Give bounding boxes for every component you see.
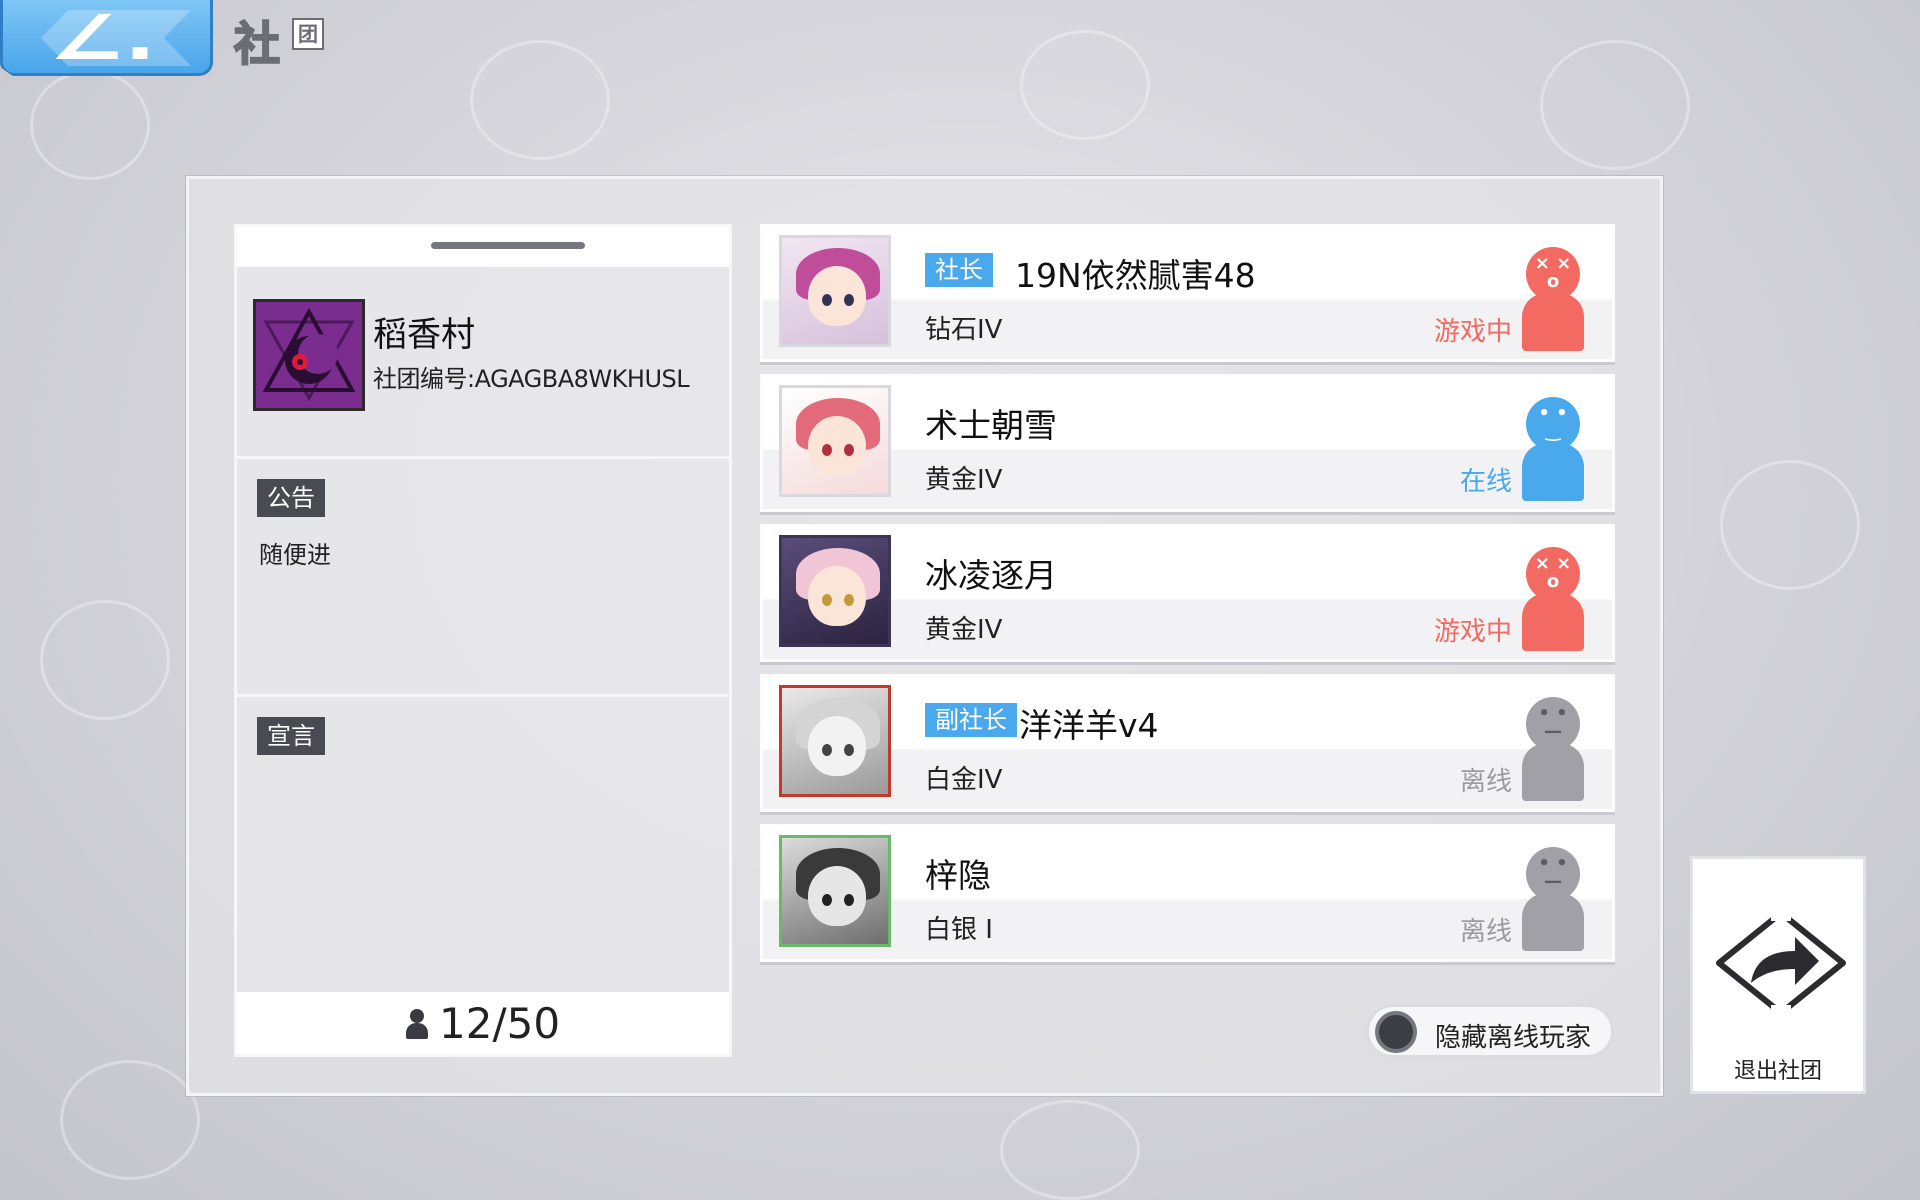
member-status: 离线 bbox=[1459, 917, 1512, 947]
back-glyph: ∠. bbox=[49, 1, 156, 74]
declaration-section: 宣言 bbox=[237, 697, 729, 997]
club-id: 社团编号:AGAGBA8WKHUSL bbox=[373, 365, 690, 393]
panel-header bbox=[237, 227, 729, 267]
member-name: 19N依然腻害48 bbox=[1015, 256, 1256, 295]
club-name: 稻香村 bbox=[373, 315, 475, 355]
member-rank: 白金IV bbox=[925, 765, 1003, 795]
member-count-row: 12/50 bbox=[237, 992, 729, 1054]
background-doodle bbox=[30, 70, 150, 180]
hide-offline-toggle[interactable]: 隐藏离线玩家 bbox=[1366, 1004, 1614, 1058]
role-badge: 副社长 bbox=[925, 703, 1017, 737]
background-doodle bbox=[40, 600, 170, 720]
member-card[interactable]: 术士朝雪 黄金IV 在线 • • ‿ bbox=[760, 374, 1615, 512]
member-rank: 黄金IV bbox=[925, 465, 1003, 495]
notice-section: 公告 随便进 bbox=[237, 459, 729, 697]
club-emblem-icon bbox=[253, 299, 365, 411]
notice-tag: 公告 bbox=[257, 479, 325, 517]
member-name: 洋洋羊v4 bbox=[1019, 706, 1159, 745]
offline-status-icon: • • — bbox=[1522, 697, 1584, 801]
member-count: 12/50 bbox=[439, 998, 561, 1048]
club-info-panel: 稻香村 社团编号:AGAGBA8WKHUSL 公告 随便进 宣言 12/50 bbox=[234, 224, 732, 1057]
member-card[interactable]: 副社长 洋洋羊v4 白金IV 离线 • • — bbox=[760, 674, 1615, 812]
role-badge: 社长 bbox=[925, 253, 993, 287]
member-avatar bbox=[779, 535, 891, 647]
member-status: 游戏中 bbox=[1433, 617, 1512, 647]
declaration-tag: 宣言 bbox=[257, 717, 325, 755]
drag-handle bbox=[431, 242, 585, 249]
notice-text: 随便进 bbox=[259, 541, 331, 569]
member-name: 冰凌逐月 bbox=[925, 556, 1057, 595]
page-title-suffix: 团 bbox=[292, 18, 324, 50]
background-doodle bbox=[60, 1060, 200, 1180]
member-rank: 白银 I bbox=[925, 915, 993, 945]
leave-club-button[interactable]: 退出社团 bbox=[1690, 856, 1866, 1094]
member-card[interactable]: 梓隐 白银 I 离线 • • — bbox=[760, 824, 1615, 962]
share-arrow-icon bbox=[1716, 907, 1846, 1019]
member-avatar bbox=[779, 835, 891, 947]
member-card[interactable]: 冰凌逐月 黄金IV 游戏中 × × o bbox=[760, 524, 1615, 662]
member-name: 梓隐 bbox=[925, 856, 991, 895]
back-button[interactable]: ∠. bbox=[0, 0, 213, 76]
page-title: 社 bbox=[233, 16, 282, 72]
member-status: 在线 bbox=[1459, 467, 1512, 497]
member-avatar bbox=[779, 235, 891, 347]
offline-status-icon: • • — bbox=[1522, 847, 1584, 951]
member-name: 术士朝雪 bbox=[925, 406, 1057, 445]
member-rank: 黄金IV bbox=[925, 615, 1003, 645]
in-game-status-icon: × × o bbox=[1522, 547, 1584, 651]
member-card[interactable]: 社长 19N依然腻害48 钻石IV 游戏中 × × o bbox=[760, 224, 1615, 362]
toggle-knob bbox=[1375, 1011, 1417, 1053]
member-avatar bbox=[779, 385, 891, 497]
club-header: 稻香村 社团编号:AGAGBA8WKHUSL bbox=[237, 267, 729, 459]
member-avatar bbox=[779, 685, 891, 797]
background-doodle bbox=[1000, 1100, 1140, 1200]
online-status-icon: • • ‿ bbox=[1522, 397, 1584, 501]
background-doodle bbox=[470, 40, 610, 160]
hide-offline-label: 隐藏离线玩家 bbox=[1435, 1023, 1592, 1053]
member-status: 游戏中 bbox=[1433, 317, 1512, 347]
in-game-status-icon: × × o bbox=[1522, 247, 1584, 351]
person-icon bbox=[405, 1007, 428, 1041]
member-status: 离线 bbox=[1459, 767, 1512, 797]
background-doodle bbox=[1720, 460, 1860, 590]
leave-club-label: 退出社团 bbox=[1733, 1059, 1822, 1084]
background-doodle bbox=[1540, 40, 1690, 170]
background-doodle bbox=[1020, 30, 1150, 140]
member-rank: 钻石IV bbox=[925, 315, 1003, 345]
